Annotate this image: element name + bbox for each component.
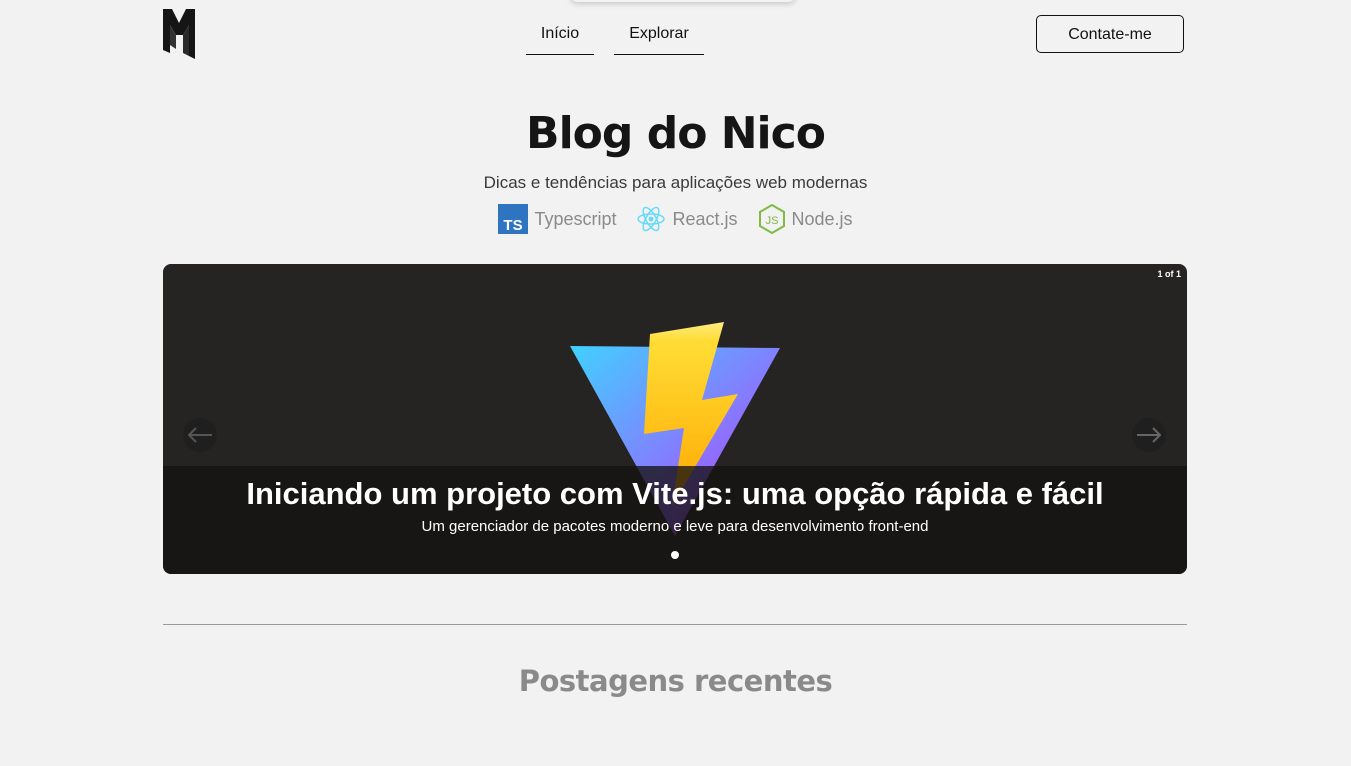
slide-description: Um gerenciador de pacotes moderno e leve… bbox=[421, 518, 929, 535]
carousel-indicator-dot[interactable] bbox=[671, 551, 679, 559]
site-header: Início Explorar Contate-me bbox=[0, 0, 1351, 70]
tech-tags: TS Typescript React.js JS Node.js bbox=[0, 203, 1351, 235]
tag-label: Typescript bbox=[534, 208, 617, 229]
tag-typescript: TS Typescript bbox=[498, 203, 616, 235]
nav-link-inicio[interactable]: Início bbox=[526, 14, 594, 55]
tag-label: Node.js bbox=[791, 208, 853, 229]
react-icon bbox=[637, 206, 666, 232]
blog-subtitle: Dicas e tendências para aplicações web m… bbox=[483, 173, 868, 192]
arrow-right-icon bbox=[1137, 427, 1162, 443]
carousel-prev-button[interactable] bbox=[183, 418, 217, 452]
site-logo[interactable] bbox=[163, 9, 195, 59]
svg-text:JS: JS bbox=[765, 215, 778, 227]
slide-title[interactable]: Iniciando um projeto com Vite.js: uma op… bbox=[163, 476, 1187, 512]
tag-react: React.js bbox=[636, 203, 738, 235]
nav-link-explorar[interactable]: Explorar bbox=[614, 14, 704, 55]
featured-carousel: 1 of 1 Iniciando um projeto com Vite.js:… bbox=[163, 264, 1187, 574]
svg-text:TS: TS bbox=[504, 217, 523, 234]
contact-button[interactable]: Contate-me bbox=[1036, 15, 1184, 53]
m-monogram-logo-icon bbox=[163, 9, 195, 59]
tag-nodejs: JS Node.js bbox=[758, 203, 853, 235]
slide-counter: 1 of 1 bbox=[1157, 269, 1181, 279]
carousel-next-button[interactable] bbox=[1132, 418, 1166, 452]
typescript-icon: TS bbox=[498, 204, 529, 234]
blog-title: Blog do Nico bbox=[526, 108, 826, 159]
recent-posts-title: Postagens recentes bbox=[518, 664, 833, 698]
arrow-left-icon bbox=[187, 427, 212, 443]
nodejs-icon: JS bbox=[758, 204, 785, 234]
tag-label: React.js bbox=[672, 208, 738, 229]
section-divider bbox=[163, 624, 1187, 625]
